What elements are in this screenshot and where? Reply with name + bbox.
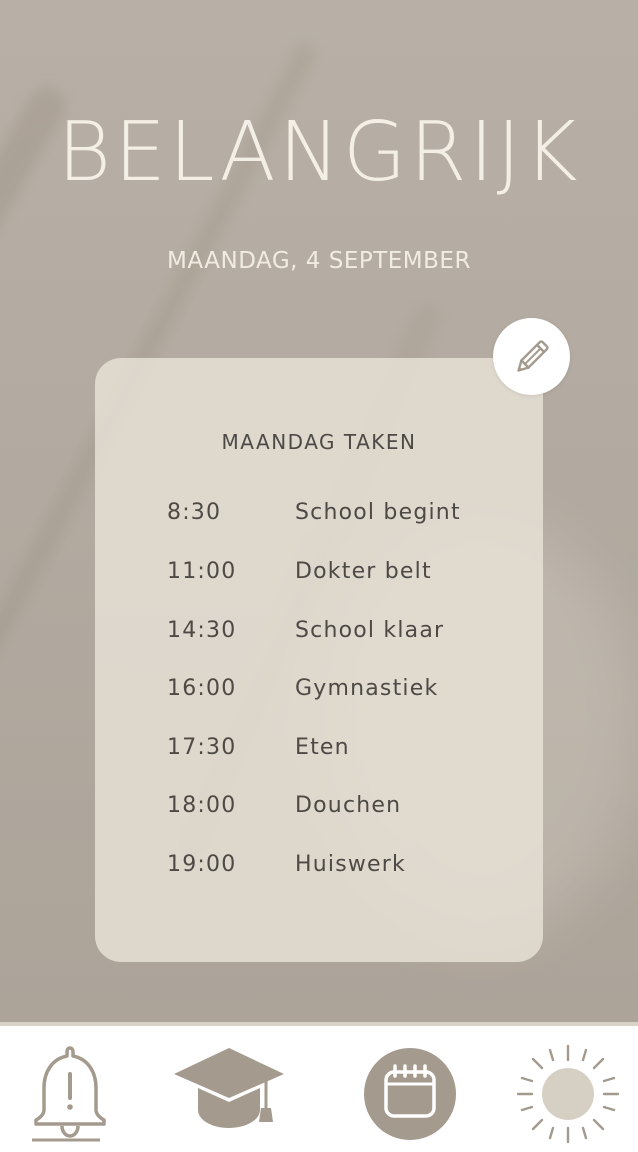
edit-button[interactable] bbox=[493, 318, 570, 395]
task-row[interactable]: 11:00 Dokter belt bbox=[167, 559, 527, 589]
hero-background: BELANGRIJK MAANDAG, 4 SEPTEMBER MAANDAG … bbox=[0, 0, 638, 1022]
task-label: Eten bbox=[295, 735, 350, 760]
task-time: 8:30 bbox=[167, 500, 222, 525]
task-label: Dokter belt bbox=[295, 559, 432, 584]
task-row[interactable]: 16:00 Gymnastiek bbox=[167, 676, 527, 706]
screen: BELANGRIJK MAANDAG, 4 SEPTEMBER MAANDAG … bbox=[0, 0, 638, 1152]
bottom-nav bbox=[0, 1022, 638, 1152]
task-label: School klaar bbox=[295, 618, 445, 643]
bell-alert-icon bbox=[32, 1046, 106, 1142]
card-title: MAANDAG TAKEN bbox=[221, 430, 417, 454]
task-row[interactable]: 17:30 Eten bbox=[167, 735, 527, 765]
task-label: Gymnastiek bbox=[295, 676, 439, 701]
page-title: BELANGRIJK bbox=[57, 105, 581, 200]
nav-alerts-button[interactable] bbox=[28, 1040, 112, 1144]
task-time: 11:00 bbox=[167, 559, 237, 584]
task-row[interactable]: 19:00 Huiswerk bbox=[167, 852, 527, 882]
task-label: Huiswerk bbox=[295, 852, 406, 877]
calendar-icon bbox=[364, 1048, 456, 1140]
task-time: 17:30 bbox=[167, 735, 237, 760]
graduation-cap-icon bbox=[174, 1048, 284, 1128]
nav-calendar-button[interactable] bbox=[362, 1046, 458, 1142]
nav-school-button[interactable] bbox=[172, 1046, 286, 1132]
date-label: MAANDAG, 4 SEPTEMBER bbox=[167, 248, 471, 274]
task-row[interactable]: 8:30 School begint bbox=[167, 500, 527, 530]
task-row[interactable]: 14:30 School klaar bbox=[167, 618, 527, 648]
pencil-icon bbox=[516, 339, 549, 372]
task-time: 14:30 bbox=[167, 618, 237, 643]
task-label: Douchen bbox=[295, 793, 402, 818]
task-time: 18:00 bbox=[167, 793, 237, 818]
sun-icon bbox=[516, 1044, 620, 1144]
task-time: 19:00 bbox=[167, 852, 237, 877]
task-row[interactable]: 18:00 Douchen bbox=[167, 793, 527, 823]
task-time: 16:00 bbox=[167, 676, 237, 701]
task-label: School begint bbox=[295, 500, 461, 525]
nav-weather-button[interactable] bbox=[514, 1042, 622, 1146]
task-card: MAANDAG TAKEN 8:30 School begint 11:00 D… bbox=[95, 358, 543, 962]
